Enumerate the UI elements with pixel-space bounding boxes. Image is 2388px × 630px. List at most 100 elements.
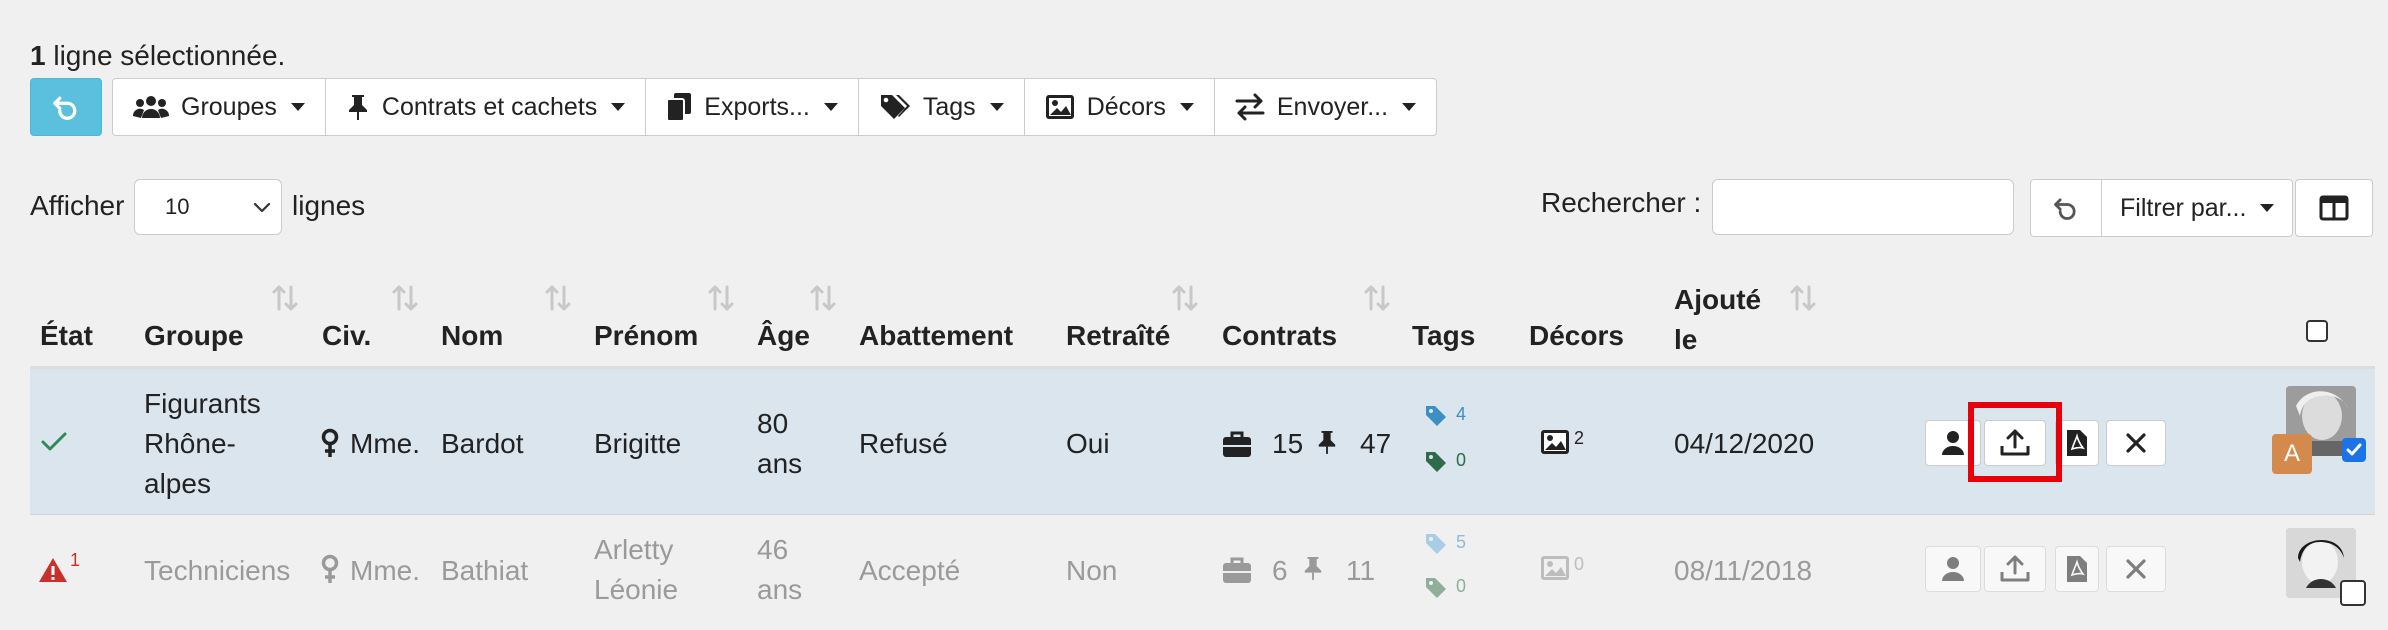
- envoyer-button[interactable]: Envoyer...: [1213, 78, 1438, 136]
- pdf-button[interactable]: [2055, 546, 2099, 592]
- envoyer-label: Envoyer...: [1276, 92, 1389, 121]
- age-cell: 46 ans: [757, 530, 802, 610]
- page-length-select[interactable]: 10: [134, 179, 282, 235]
- highlight-box: [1968, 402, 2062, 482]
- age-value: 46: [757, 534, 789, 565]
- tags-blue-count: 4: [1456, 404, 1467, 424]
- contrats-cachets-button[interactable]: Contrats et cachets: [324, 78, 647, 136]
- file-pdf-icon: [2067, 430, 2087, 456]
- col-nom[interactable]: Nom: [441, 320, 503, 352]
- tags-blue-count: 5: [1456, 532, 1467, 552]
- decors-button[interactable]: Décors: [1023, 78, 1215, 136]
- length-prefix: Afficher: [30, 190, 125, 221]
- user-icon: [1942, 431, 1964, 455]
- exchange-icon: [1235, 93, 1265, 121]
- col-ajoute-line1: Ajouté: [1674, 284, 1762, 315]
- sort-icon: [272, 285, 298, 311]
- tag-green-icon: [1426, 452, 1446, 472]
- decors-count: 2: [1574, 428, 1585, 448]
- warning-icon: [39, 558, 67, 582]
- age-value: 80: [757, 408, 789, 439]
- contrats-label: Contrats et cachets: [381, 92, 598, 121]
- groupes-button[interactable]: Groupes: [112, 78, 326, 136]
- check-icon: [41, 432, 67, 451]
- selection-info: 1 ligne sélectionnée.: [30, 40, 285, 72]
- groupe-cell: Techniciens: [144, 555, 291, 586]
- col-abattement[interactable]: Abattement: [859, 320, 1013, 352]
- tag-blue-icon: [1426, 406, 1446, 426]
- col-tags[interactable]: Tags: [1412, 320, 1475, 352]
- columns-icon: [2319, 195, 2349, 221]
- prenom-cell: Arletty Léonie: [594, 530, 678, 610]
- female-icon: [321, 428, 339, 457]
- sort-icon: [1172, 285, 1198, 311]
- user-icon: [1942, 557, 1964, 581]
- row-checkbox[interactable]: [2342, 438, 2366, 462]
- prenom-line: Léonie: [594, 574, 679, 605]
- status-badge: A: [2272, 434, 2312, 474]
- image-icon: [1045, 95, 1074, 119]
- undo-icon: [2054, 198, 2076, 220]
- profile-button[interactable]: [1925, 546, 1981, 592]
- col-prenom[interactable]: Prénom: [594, 320, 698, 352]
- groupe-cell: Figurants Rhône- alpes: [144, 384, 261, 504]
- image-icon: [1541, 556, 1569, 580]
- sort-icon: [1790, 285, 1816, 311]
- briefcase-icon: [1223, 557, 1251, 583]
- retraite-cell: Non: [1066, 555, 1118, 586]
- tags-label: Tags: [922, 92, 976, 121]
- exports-button[interactable]: Exports...: [645, 78, 859, 136]
- caret-down-icon: [823, 103, 838, 111]
- sort-icon: [545, 285, 571, 311]
- cachets-count: 11: [1346, 555, 1376, 586]
- delete-button[interactable]: [2106, 420, 2166, 466]
- sort-icon: [708, 285, 734, 311]
- abattement-cell: Accepté: [859, 555, 961, 586]
- col-decors[interactable]: Décors: [1529, 320, 1624, 352]
- col-etat[interactable]: État: [40, 320, 93, 352]
- filter-by-button[interactable]: Filtrer par...: [2101, 179, 2294, 237]
- search-input[interactable]: [1712, 179, 2014, 235]
- groupe-line: Rhône-: [144, 428, 236, 459]
- filter-group: Filtrer par...: [2030, 179, 2294, 237]
- tag-green-icon: [1426, 578, 1446, 598]
- length-suffix: lignes: [292, 190, 366, 221]
- col-age[interactable]: Âge: [757, 320, 810, 352]
- select-all-checkbox[interactable]: [2306, 320, 2328, 342]
- thumbtack-icon: [1304, 557, 1322, 580]
- age-unit: ans: [757, 448, 803, 479]
- caret-down-icon: [2260, 204, 2275, 212]
- tags-button[interactable]: Tags: [857, 78, 1025, 136]
- toolbar-group: Groupes Contrats et cachets Exports... T…: [112, 78, 1438, 136]
- groupes-label: Groupes: [181, 92, 277, 121]
- col-ajoute[interactable]: Ajouté le: [1674, 280, 1761, 360]
- upload-button[interactable]: [1984, 546, 2046, 592]
- nom-cell: Bathiat: [441, 555, 529, 586]
- col-civ[interactable]: Civ.: [322, 320, 371, 352]
- female-icon: [321, 554, 339, 583]
- users-icon: [133, 96, 169, 118]
- image-icon: [1541, 430, 1569, 454]
- ajoute-cell: 08/11/2018: [1674, 555, 1813, 586]
- row-checkbox[interactable]: [2340, 580, 2366, 606]
- col-groupe[interactable]: Groupe: [144, 320, 244, 352]
- reset-search-button[interactable]: [2030, 179, 2102, 237]
- col-retraite[interactable]: Retraîté: [1066, 320, 1170, 352]
- ajoute-cell: 04/12/2020: [1674, 428, 1815, 459]
- columns-toggle-button[interactable]: [2295, 179, 2373, 237]
- sort-icon: [1364, 285, 1390, 311]
- selection-text: ligne sélectionnée.: [53, 40, 286, 71]
- thumbtack-icon: [348, 95, 367, 120]
- chevron-down-icon: [253, 202, 271, 213]
- contrats-count: 6: [1272, 555, 1288, 586]
- caret-down-icon: [611, 103, 626, 111]
- delete-button[interactable]: [2106, 546, 2166, 592]
- caret-down-icon: [1179, 103, 1194, 111]
- abattement-cell: Refusé: [859, 428, 948, 459]
- decors-count: 0: [1574, 554, 1585, 574]
- groupe-line: alpes: [144, 468, 211, 499]
- tags-green-count: 0: [1456, 450, 1467, 470]
- reset-selection-button[interactable]: [30, 78, 102, 136]
- prenom-line: Arletty: [594, 534, 674, 565]
- col-contrats[interactable]: Contrats: [1222, 320, 1337, 352]
